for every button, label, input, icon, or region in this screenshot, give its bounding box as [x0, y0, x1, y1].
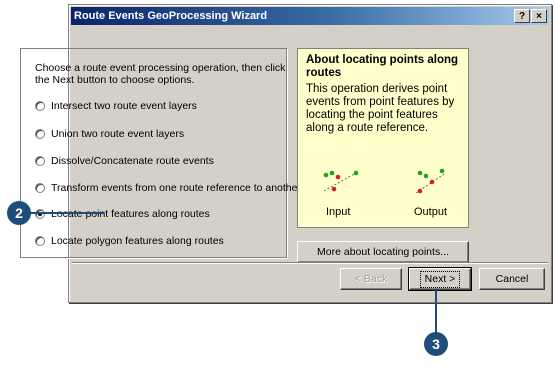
radio-button[interactable] [35, 101, 45, 111]
option-union[interactable]: Union two route event layers [35, 127, 184, 141]
radio-button-selected[interactable] [35, 209, 45, 219]
back-button[interactable]: < Back [340, 268, 402, 290]
radio-button[interactable] [35, 183, 45, 193]
option-label: Union two route event layers [51, 128, 185, 140]
info-panel: About locating points along routes This … [297, 48, 469, 228]
title-bar[interactable]: Route Events GeoProcessing Wizard ? × [71, 7, 549, 25]
option-transform[interactable]: Transform events from one route referenc… [35, 181, 301, 195]
option-locate-polygon[interactable]: Locate polygon features along routes [35, 234, 224, 248]
separator [72, 262, 548, 264]
output-label: Output [414, 206, 448, 218]
radio-button[interactable] [35, 129, 45, 139]
next-button[interactable]: Next > [408, 267, 472, 291]
cancel-button[interactable]: Cancel [479, 268, 545, 290]
info-title: About locating points along routes [306, 54, 459, 79]
radio-button[interactable] [35, 236, 45, 246]
callout-line-3 [435, 290, 437, 334]
option-label: Locate polygon features along routes [51, 235, 224, 247]
step-2-callout: 2 [7, 201, 31, 225]
callout-line-2 [30, 212, 104, 214]
option-label: Dissolve/Concatenate route events [51, 155, 214, 167]
help-button[interactable]: ? [514, 9, 530, 23]
window-title: Route Events GeoProcessing Wizard [74, 10, 268, 22]
input-label: Input [326, 206, 351, 218]
option-label: Transform events from one route referenc… [51, 182, 301, 194]
close-button[interactable]: × [531, 9, 547, 23]
option-locate-point[interactable]: Locate point features along routes [35, 207, 210, 221]
output-diagram-icon [415, 168, 447, 194]
option-label: Intersect two route event layers [51, 100, 197, 112]
step-3-callout: 3 [424, 332, 448, 356]
next-button-label: Next > [419, 271, 461, 288]
option-intersect[interactable]: Intersect two route event layers [35, 99, 197, 113]
radio-button[interactable] [35, 156, 45, 166]
option-label: Locate point features along routes [51, 208, 210, 220]
input-diagram-icon [323, 170, 359, 192]
option-dissolve[interactable]: Dissolve/Concatenate route events [35, 154, 214, 168]
more-about-button[interactable]: More about locating points... [297, 241, 469, 263]
info-body: This operation derives point events from… [306, 83, 455, 134]
instructions-text: Choose a route event processing operatio… [35, 62, 286, 86]
